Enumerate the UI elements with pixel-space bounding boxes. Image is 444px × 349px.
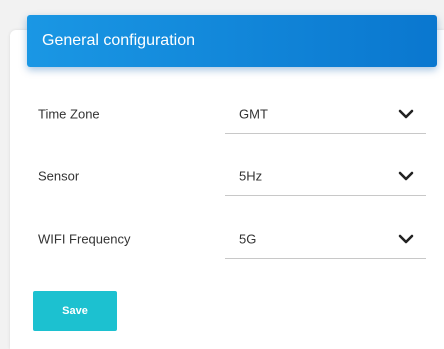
sensor-select[interactable]: 5Hz bbox=[225, 156, 426, 196]
wifi-frequency-label: WIFI Frequency bbox=[38, 231, 131, 247]
panel-header: General configuration bbox=[27, 15, 437, 67]
setting-row-time-zone: Time Zone GMT bbox=[0, 94, 444, 134]
wifi-frequency-value: 5G bbox=[239, 231, 257, 246]
chevron-down-icon bbox=[398, 171, 414, 180]
sensor-value: 5Hz bbox=[239, 168, 263, 183]
save-button[interactable]: Save bbox=[33, 291, 117, 331]
time-zone-label: Time Zone bbox=[38, 106, 100, 122]
setting-row-wifi-frequency: WIFI Frequency 5G bbox=[0, 219, 444, 259]
setting-row-sensor: Sensor 5Hz bbox=[0, 156, 444, 196]
chevron-down-icon bbox=[398, 109, 414, 118]
wifi-frequency-select[interactable]: 5G bbox=[225, 219, 426, 259]
sensor-label: Sensor bbox=[38, 168, 80, 184]
chevron-down-icon bbox=[398, 234, 414, 243]
time-zone-value: GMT bbox=[239, 106, 268, 121]
time-zone-select[interactable]: GMT bbox=[225, 94, 426, 134]
panel-title: General configuration bbox=[42, 32, 195, 49]
